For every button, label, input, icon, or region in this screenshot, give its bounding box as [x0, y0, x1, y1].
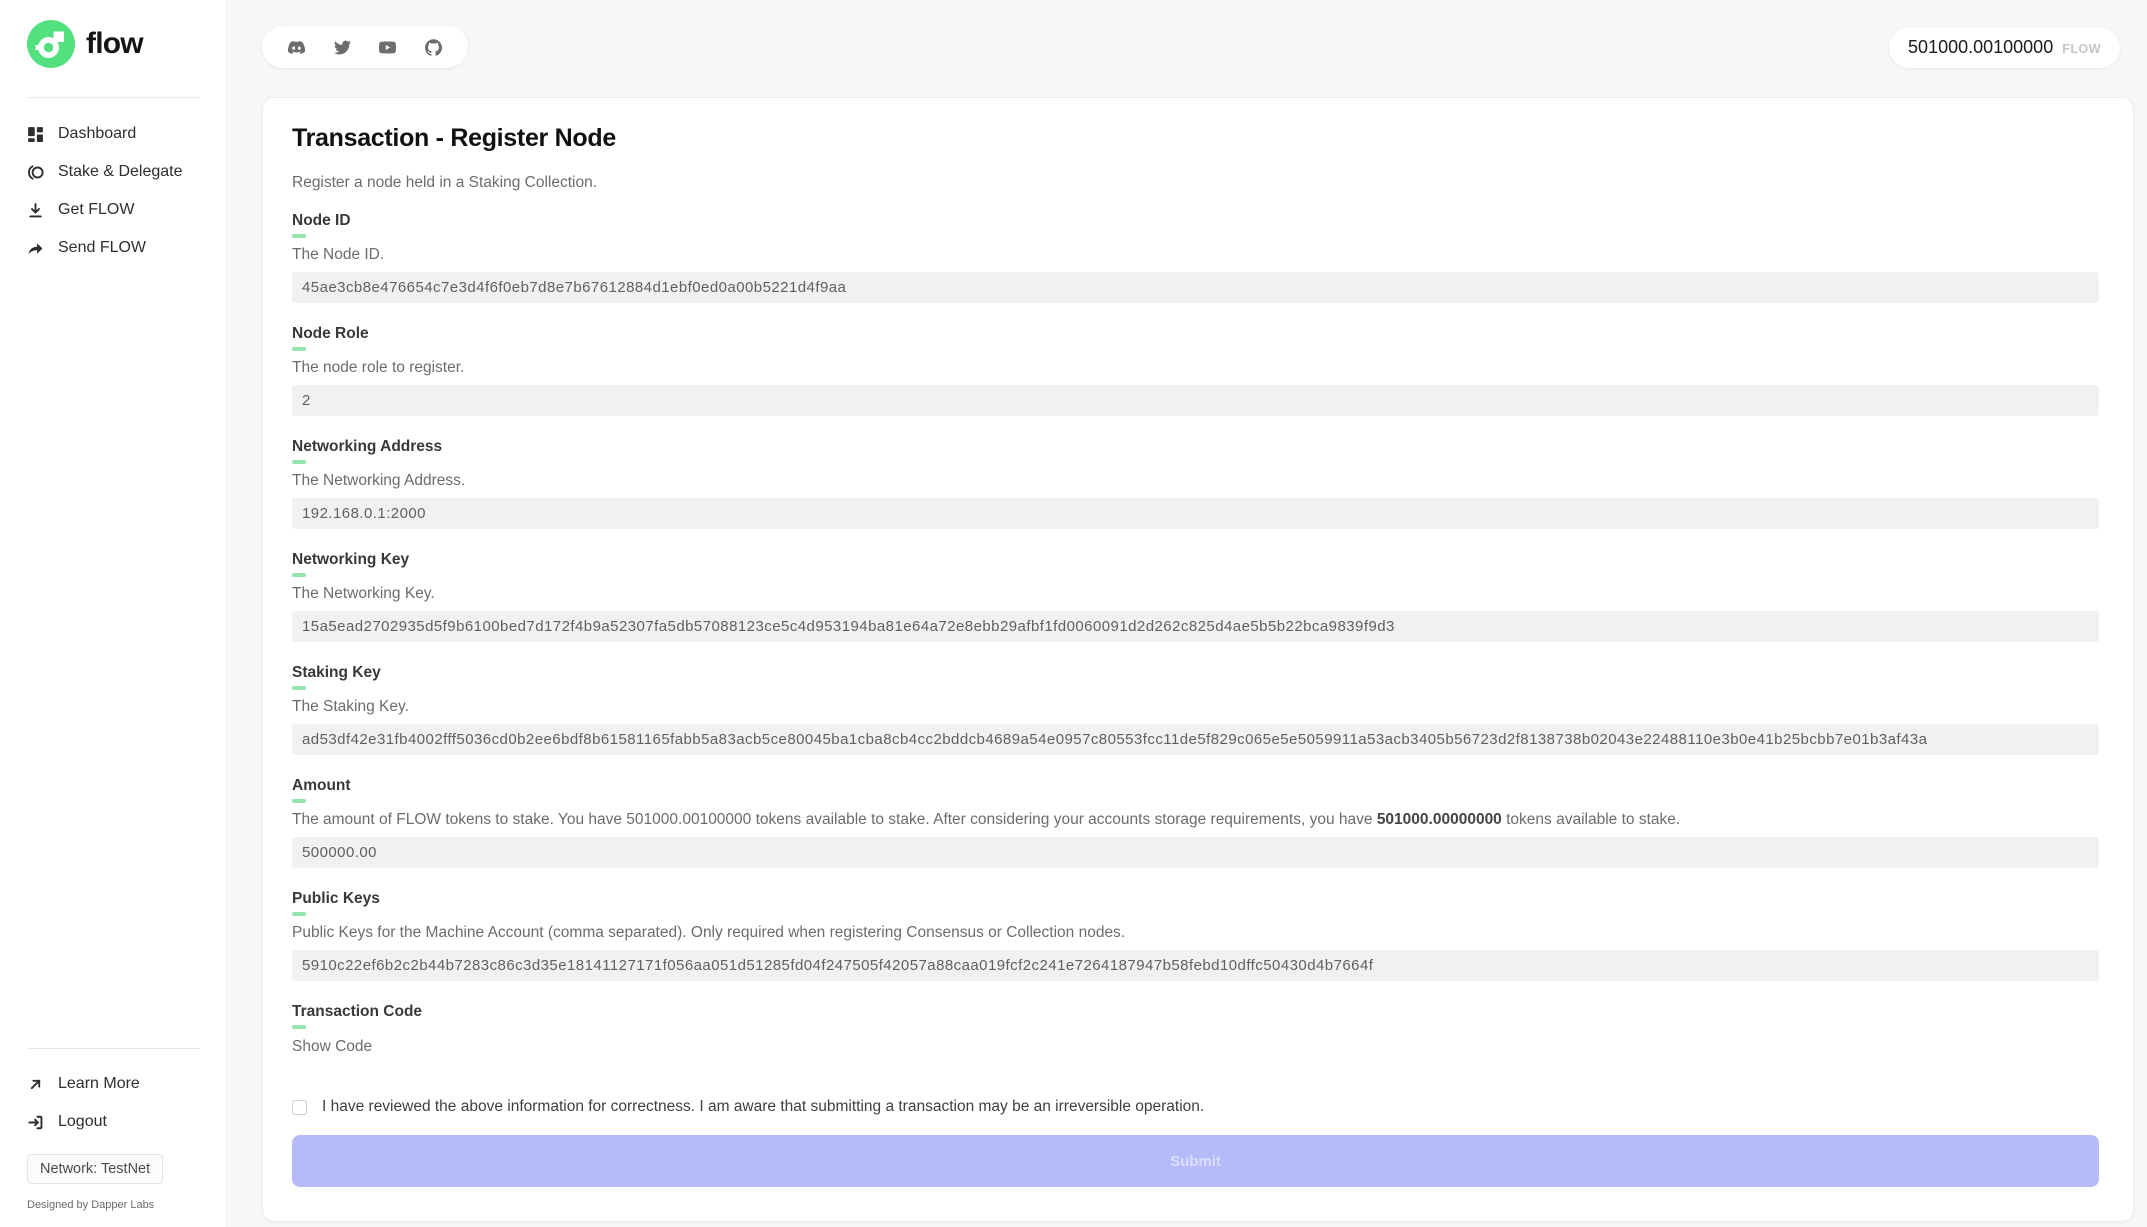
node-role-input[interactable]: [292, 385, 2099, 416]
field-label: Networking Key: [292, 552, 2099, 568]
youtube-icon[interactable]: [379, 39, 396, 56]
credit-text: Designed by Dapper Labs: [27, 1199, 200, 1211]
discord-icon[interactable]: [288, 39, 305, 56]
label-underline: [292, 573, 306, 577]
page-subtitle: Register a node held in a Staking Collec…: [292, 174, 2099, 192]
field-networking-key: Networking Key The Networking Key.: [292, 552, 2099, 642]
sidebar-item-stake-delegate[interactable]: Stake & Delegate: [27, 153, 200, 191]
field-staking-key: Staking Key The Staking Key.: [292, 665, 2099, 755]
field-label: Networking Address: [292, 439, 2099, 455]
label-underline: [292, 1025, 306, 1029]
account-balance-pill[interactable]: 501000.00100000 FLOW: [1889, 28, 2120, 68]
sidebar-item-logout[interactable]: Logout: [27, 1103, 200, 1141]
balance-amount: 501000.00100000: [1908, 37, 2053, 58]
field-label: Public Keys: [292, 891, 2099, 907]
label-underline: [292, 686, 306, 690]
label-underline: [292, 347, 306, 351]
node-id-input[interactable]: [292, 272, 2099, 303]
field-label: Amount: [292, 778, 2099, 794]
sidebar-item-label: Stake & Delegate: [58, 163, 183, 181]
sidebar-item-learn-more[interactable]: Learn More: [27, 1065, 200, 1103]
flow-wordmark: flow: [86, 27, 143, 61]
sidebar: flow Dashboard Stake & Delegate Get FLOW: [0, 0, 225, 1227]
field-label: Node Role: [292, 326, 2099, 342]
sidebar-divider-top: [27, 97, 200, 98]
confirmation-text: I have reviewed the above information fo…: [322, 1098, 1204, 1116]
sidebar-divider-bottom: [27, 1048, 200, 1049]
label-underline: [292, 799, 306, 803]
stake-icon: [27, 164, 44, 181]
field-description: Public Keys for the Machine Account (com…: [292, 925, 2099, 941]
sidebar-footer: Learn More Logout Network: TestNet Desig…: [27, 1048, 200, 1211]
field-node-role: Node Role The node role to register.: [292, 326, 2099, 416]
github-icon[interactable]: [425, 39, 442, 56]
amount-input[interactable]: [292, 837, 2099, 868]
social-links-pill: [262, 26, 468, 68]
field-label: Node ID: [292, 213, 2099, 229]
show-code-toggle[interactable]: Show Code: [292, 1038, 372, 1056]
sidebar-item-get-flow[interactable]: Get FLOW: [27, 191, 200, 229]
available-balance-emphasis: 501000.00000000: [1377, 811, 1502, 828]
flow-logo[interactable]: flow: [27, 20, 200, 68]
send-icon: [27, 240, 44, 257]
confirmation-checkbox[interactable]: [292, 1100, 307, 1115]
sidebar-item-send-flow[interactable]: Send FLOW: [27, 229, 200, 267]
sidebar-item-label: Get FLOW: [58, 201, 134, 219]
networking-key-input[interactable]: [292, 611, 2099, 642]
field-description: The Staking Key.: [292, 699, 2099, 715]
field-label: Transaction Code: [292, 1004, 2099, 1020]
external-link-icon: [27, 1076, 44, 1093]
networking-address-input[interactable]: [292, 498, 2099, 529]
submit-button[interactable]: Submit: [292, 1135, 2099, 1187]
field-public-keys: Public Keys Public Keys for the Machine …: [292, 891, 2099, 981]
field-networking-address: Networking Address The Networking Addres…: [292, 439, 2099, 529]
transaction-card: Transaction - Register Node Register a n…: [262, 97, 2134, 1222]
field-description: The Networking Address.: [292, 473, 2099, 489]
main-area: 501000.00100000 FLOW Transaction - Regis…: [225, 0, 2147, 1227]
download-icon: [27, 202, 44, 219]
label-underline: [292, 460, 306, 464]
dashboard-icon: [27, 126, 44, 143]
confirmation-row: I have reviewed the above information fo…: [292, 1098, 2099, 1116]
field-label: Staking Key: [292, 665, 2099, 681]
staking-key-input[interactable]: [292, 724, 2099, 755]
field-description: The Networking Key.: [292, 586, 2099, 602]
page-title: Transaction - Register Node: [292, 124, 2099, 153]
section-transaction-code: Transaction Code Show Code: [292, 1004, 2099, 1056]
sidebar-item-dashboard[interactable]: Dashboard: [27, 115, 200, 153]
network-badge: Network: TestNet: [27, 1154, 163, 1184]
sidebar-item-label: Logout: [58, 1113, 107, 1131]
logout-icon: [27, 1114, 44, 1131]
sidebar-item-label: Learn More: [58, 1075, 140, 1093]
sidebar-item-label: Send FLOW: [58, 239, 146, 257]
twitter-icon[interactable]: [334, 39, 351, 56]
balance-unit: FLOW: [2062, 42, 2101, 56]
field-description: The amount of FLOW tokens to stake. You …: [292, 812, 2099, 828]
label-underline: [292, 234, 306, 238]
public-keys-input[interactable]: [292, 950, 2099, 981]
label-underline: [292, 912, 306, 916]
flow-logo-icon: [27, 20, 75, 68]
topbar: 501000.00100000 FLOW: [262, 26, 2134, 68]
field-description: The Node ID.: [292, 247, 2099, 263]
sidebar-nav: Dashboard Stake & Delegate Get FLOW Send…: [27, 115, 200, 267]
field-node-id: Node ID The Node ID.: [292, 213, 2099, 303]
sidebar-footer-nav: Learn More Logout: [27, 1065, 200, 1141]
field-description: The node role to register.: [292, 360, 2099, 376]
sidebar-item-label: Dashboard: [58, 125, 136, 143]
field-amount: Amount The amount of FLOW tokens to stak…: [292, 778, 2099, 868]
